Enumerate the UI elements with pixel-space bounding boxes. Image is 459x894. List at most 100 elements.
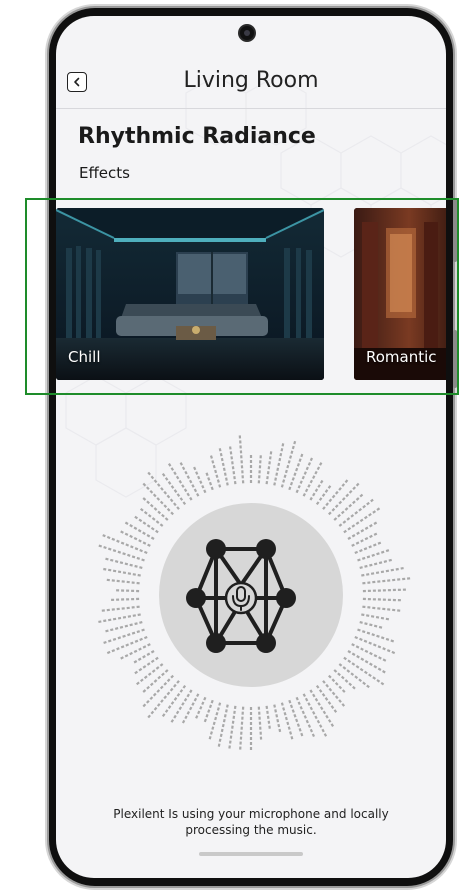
visualizer-bar-segment <box>137 657 142 661</box>
visualizer-bar-segment <box>219 733 223 738</box>
visualizer-bar-segment <box>354 550 359 555</box>
visualizer-bar-segment <box>112 617 117 621</box>
visualizer-bar-segment <box>130 641 134 645</box>
visualizer-bar-segment <box>327 485 332 489</box>
visualizer-bar-segment <box>283 474 287 479</box>
visualizer-bar-segment <box>218 448 222 452</box>
visualizer-bar-segment <box>341 689 346 693</box>
visualizer-bar-segment <box>354 675 359 679</box>
visualizer-bar-segment <box>182 684 187 689</box>
visualizer-bar-segment <box>395 567 399 571</box>
visualizer-bar-segment <box>385 637 390 641</box>
visualizer-bar-segment <box>295 467 299 472</box>
visualizer-bar-segment <box>299 706 303 710</box>
visualizer-bar-segment <box>380 636 385 640</box>
visualizer-bar-segment <box>293 440 297 445</box>
visualizer-bar-segment <box>278 728 282 733</box>
visualizer-bar-segment <box>149 682 154 687</box>
visualizer-bar-segment <box>210 699 214 704</box>
visualizer-bar-segment <box>348 682 353 687</box>
visualizer-bar-segment <box>295 489 299 494</box>
home-indicator[interactable] <box>199 852 303 856</box>
visualizer-bar-segment <box>327 701 332 705</box>
visualizer-bar-segment <box>341 483 346 487</box>
visualizer-bar-segment <box>195 715 199 719</box>
visualizer-bar-segment <box>364 564 368 568</box>
visualizer-bar-segment <box>323 733 328 737</box>
audio-visualizer <box>98 435 411 750</box>
visualizer-bar-segment <box>314 697 319 702</box>
visualizer-bar-segment <box>277 462 281 467</box>
visualizer-bar-segment <box>385 569 390 573</box>
visualizer-bar-segment <box>368 673 372 678</box>
visualizer-bar-segment <box>226 482 229 486</box>
visualizer-bar-segment <box>149 503 154 508</box>
visualizer-bar-segment <box>360 539 364 543</box>
visualizer-bar-segment <box>364 649 369 653</box>
visualizer-bar-segment <box>298 458 302 462</box>
visualizer-bar-segment <box>208 704 213 709</box>
visualizer-bar-segment <box>139 678 144 683</box>
visualizer-bar-segment <box>178 706 183 711</box>
visualizer-bar-segment <box>363 515 368 520</box>
visualizer-bar-segment <box>146 486 150 491</box>
visualizer-bar-segment <box>273 704 276 708</box>
visualizer-bar-segment <box>112 637 117 641</box>
visualizer-bar-segment <box>373 532 378 536</box>
visualizer-bar-segment <box>338 500 343 505</box>
visualizer-bar-segment <box>225 709 228 713</box>
visualizer-bar-segment <box>344 479 349 484</box>
visualizer-bar-segment <box>184 470 188 475</box>
visualizer-bar-segment <box>274 709 277 713</box>
visualizer-bar-segment <box>201 484 205 489</box>
visualizer-bar-segment <box>364 526 369 530</box>
visualizer-bar-segment <box>369 534 373 539</box>
visualizer-bar-segment <box>107 547 112 551</box>
visualizer-bar-segment <box>111 649 116 653</box>
visualizer-bar-segment <box>156 483 161 487</box>
visualizer-bar-segment <box>151 669 156 673</box>
visualizer-bar-segment <box>373 624 378 628</box>
visualizer-bar-segment <box>161 672 165 677</box>
visualizer-bar-segment <box>116 647 120 651</box>
visualizer-bar-segment <box>341 703 346 707</box>
visualizer-bar-segment <box>159 500 164 505</box>
visualizer-bar-segment <box>137 529 142 533</box>
visualizer-bar-segment <box>370 615 375 618</box>
visualizer-bar-segment <box>303 471 307 475</box>
visualizer-bar-segment <box>281 443 285 447</box>
visualizer-bar-segment <box>181 484 185 488</box>
visualizer-bar-segment <box>149 696 154 701</box>
visualizer-bar-segment <box>356 531 360 535</box>
visualizer-bar-segment <box>358 678 363 683</box>
visualizer-bar-segment <box>142 541 147 545</box>
visualizer-bar-segment <box>197 475 201 480</box>
visualizer-bar-segment <box>215 474 219 479</box>
visualizer-bar-segment <box>309 728 314 733</box>
visualizer-bar-segment <box>122 616 127 619</box>
visualizer-bar-segment <box>305 466 309 471</box>
visualizer-bar-segment <box>146 524 151 528</box>
visualizer-bar-segment <box>309 479 313 484</box>
visualizer-bar-segment <box>166 691 171 696</box>
visualizer-bar-segment <box>309 457 314 462</box>
visualizer-bar-segment <box>373 665 378 669</box>
visualizer-bar-segment <box>216 479 220 483</box>
visualizer-bar-segment <box>142 645 147 649</box>
visualizer-bar-segment <box>159 663 164 667</box>
visualizer-bar-segment <box>330 723 335 727</box>
visualizer-bar-segment <box>371 553 375 557</box>
visualizer-bar-segment <box>153 479 158 484</box>
visualizer-bar-segment <box>120 541 125 545</box>
visualizer-bar-segment <box>186 492 190 497</box>
visualizer-bar-segment <box>314 715 318 720</box>
visualizer-bar-segment <box>321 728 325 733</box>
visualizer-bar-segment <box>212 721 216 726</box>
visualizer-bar-segment <box>207 709 211 713</box>
visualizer-bar-segment <box>385 617 390 621</box>
visualizer-bar-segment <box>366 614 370 617</box>
visualizer-bar-segment <box>375 571 380 574</box>
visualizer-bar-segment <box>324 489 329 493</box>
visualizer-bar-segment <box>189 689 193 694</box>
visualizer-bar-segment <box>301 710 305 715</box>
